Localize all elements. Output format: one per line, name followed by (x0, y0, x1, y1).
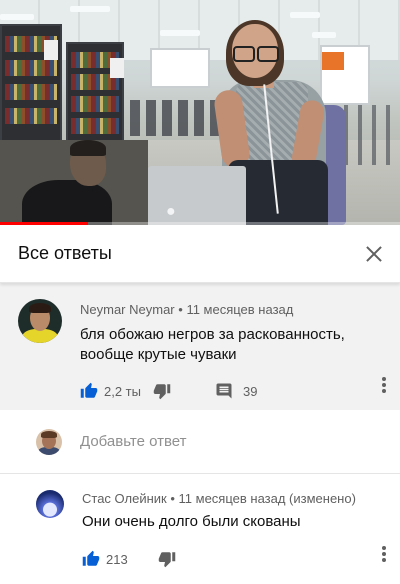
thumb-up-icon (80, 382, 98, 398)
comment-author[interactable]: Neymar Neymar (80, 302, 175, 317)
bookshelf (66, 42, 124, 142)
comment: Neymar Neymar • 11 месяцев назад бля обо… (0, 283, 400, 410)
more-vert-icon[interactable] (382, 377, 386, 393)
like-button[interactable]: 2,2 ты (80, 382, 141, 400)
man-figure (0, 140, 148, 225)
like-count: 213 (106, 551, 128, 567)
thumb-down-icon (158, 552, 175, 568)
reply-count: 39 (242, 383, 258, 399)
comment-meta: Стас Олейник • 11 месяцев назад (изменен… (82, 491, 382, 506)
comment-author[interactable]: Стас Олейник (82, 491, 167, 506)
avatar[interactable] (18, 299, 62, 343)
comment-icon (216, 383, 232, 399)
dislike-button[interactable] (158, 550, 176, 568)
comment-text: Они очень долго были скованы (82, 513, 301, 530)
video-player[interactable]: ● (0, 0, 400, 225)
more-vert-icon[interactable] (382, 546, 386, 562)
comment-time[interactable]: 11 месяцев назад (изменено) (179, 491, 356, 506)
reply-input[interactable] (80, 433, 340, 450)
meta-separator: • (170, 491, 175, 506)
comment-text: бля обожаю негров за раскованность, вооб… (80, 326, 345, 363)
apple-logo-icon: ● (166, 203, 176, 220)
thumb-down-icon (153, 384, 171, 400)
like-button[interactable]: 213 (82, 550, 128, 568)
replies-panel-header: Все ответы (0, 225, 400, 283)
comment-meta: Neymar Neymar • 11 месяцев назад (80, 302, 382, 317)
avatar[interactable] (36, 490, 64, 518)
avatar (36, 428, 62, 455)
like-count: 2,2 ты (104, 383, 141, 399)
add-reply-row (0, 410, 400, 474)
panel-title: Все ответы (18, 243, 112, 263)
comment-time[interactable]: 11 месяцев назад (186, 302, 293, 317)
close-icon[interactable] (362, 242, 386, 266)
comment-actions: 2,2 ты 39 (80, 379, 382, 403)
thumb-up-icon (82, 550, 100, 566)
glasses (231, 46, 279, 62)
dislike-button[interactable] (153, 382, 171, 400)
laptop (148, 166, 246, 225)
meta-separator: • (178, 302, 183, 317)
reply-button[interactable]: 39 (215, 382, 257, 400)
reply-comment: Стас Олейник • 11 месяцев назад (изменен… (0, 474, 400, 571)
comment-actions: 213 (82, 547, 382, 571)
